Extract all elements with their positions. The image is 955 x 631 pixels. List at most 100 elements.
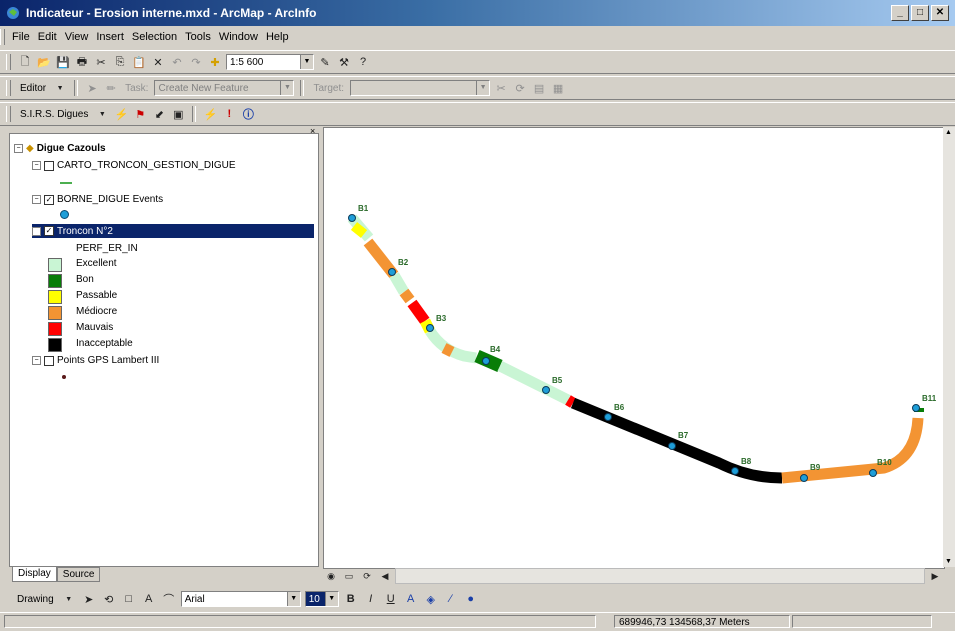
borne-marker[interactable]	[482, 357, 490, 365]
class-swatch-passable[interactable]	[48, 290, 62, 304]
new-curved-text-icon[interactable]: ⌒	[161, 591, 177, 607]
scroll-left-icon[interactable]: ◀	[377, 568, 393, 584]
toolbar-grip[interactable]	[6, 54, 11, 70]
layer-checkbox[interactable]: ✓	[44, 194, 54, 205]
chevron-down-icon[interactable]: ▼	[324, 592, 338, 606]
sirs-tool-5-icon[interactable]: ⚡	[202, 106, 218, 122]
collapse-icon[interactable]: −	[32, 226, 41, 236]
layer-checkbox[interactable]	[44, 355, 54, 366]
toc-layer-troncon[interactable]: − ✓ Troncon N°2	[32, 224, 314, 238]
segment-excellent[interactable]	[425, 327, 477, 364]
borne-marker[interactable]	[731, 467, 739, 475]
map-horizontal-scrollbar[interactable]	[395, 568, 925, 584]
toc-root[interactable]: − ◆ Digue Cazouls	[14, 143, 106, 154]
segment-mauvais[interactable]	[407, 299, 430, 325]
menu-help[interactable]: Help	[262, 31, 293, 43]
font-color-icon[interactable]: A	[403, 591, 419, 607]
underline-icon[interactable]: U	[383, 591, 399, 607]
chevron-down-icon[interactable]: ▼	[94, 106, 110, 122]
editor-menu-button[interactable]: Editor	[17, 83, 49, 94]
toolbar-grip[interactable]	[6, 80, 11, 96]
segment-inacceptable[interactable]	[570, 397, 783, 484]
map-view[interactable]: B1 B2 B3 B4 B5 B6 B7 B8 B9 B10 B11	[323, 127, 945, 569]
minimize-button[interactable]: _	[891, 5, 909, 21]
chevron-down-icon[interactable]: ▼	[280, 81, 294, 95]
collapse-icon[interactable]: −	[32, 195, 41, 204]
toc-layer-borne[interactable]: − ✓ BORNE_DIGUE Events	[32, 194, 163, 205]
tab-source[interactable]: Source	[56, 567, 101, 582]
segment-excellent[interactable]	[389, 272, 409, 295]
borne-marker[interactable]	[800, 474, 808, 482]
segment-mediocre[interactable]	[441, 343, 455, 357]
font-combo[interactable]: Arial ▼	[180, 591, 301, 607]
layout-view-icon[interactable]: ▭	[341, 568, 357, 584]
toc-layer-gps[interactable]: − Points GPS Lambert III	[32, 355, 159, 366]
menu-grip[interactable]	[0, 29, 5, 45]
rotate-tool-icon[interactable]: ⟳	[512, 80, 528, 96]
drawing-menu[interactable]: Drawing	[14, 594, 57, 605]
segment-mediocre[interactable]	[781, 417, 924, 484]
text-icon[interactable]: A	[141, 591, 157, 607]
bold-icon[interactable]: B	[343, 591, 359, 607]
collapse-icon[interactable]: −	[32, 356, 41, 365]
line-color-icon[interactable]: ∕	[443, 591, 459, 607]
sirs-tool-2-icon[interactable]: ⚑	[132, 106, 148, 122]
new-document-icon[interactable]: 🗋	[17, 54, 33, 70]
borne-marker[interactable]	[668, 442, 676, 450]
arctoolbox-icon[interactable]: ⚒	[336, 54, 352, 70]
collapse-icon[interactable]: −	[32, 161, 41, 170]
sirs-tool-1-icon[interactable]: ⚡	[113, 106, 129, 122]
info-icon[interactable]: ⓘ	[240, 106, 256, 122]
toolbar-grip[interactable]	[6, 106, 11, 122]
edit-tool-icon[interactable]: ➤	[84, 80, 100, 96]
print-icon[interactable]: 🖶	[74, 54, 90, 70]
attributes-icon[interactable]: ▤	[531, 80, 547, 96]
layer-checkbox[interactable]: ✓	[44, 226, 54, 236]
map-canvas[interactable]: B1 B2 B3 B4 B5 B6 B7 B8 B9 B10 B11	[324, 128, 944, 568]
target-combo[interactable]: ▼	[350, 80, 491, 96]
rotate-icon[interactable]: ⟲	[101, 591, 117, 607]
sirs-tool-4-icon[interactable]: ▣	[170, 106, 186, 122]
menu-tools[interactable]: Tools	[181, 31, 215, 43]
maximize-button[interactable]: □	[911, 5, 929, 21]
class-swatch-inacceptable[interactable]	[48, 338, 62, 352]
map-vertical-scrollbar[interactable]: ▲ ▼	[943, 127, 955, 567]
save-icon[interactable]: 💾	[55, 54, 71, 70]
menu-edit[interactable]: Edit	[34, 31, 61, 43]
borne-marker[interactable]	[604, 413, 612, 421]
sketch-properties-icon[interactable]: ▦	[550, 80, 566, 96]
menu-file[interactable]: File	[8, 31, 34, 43]
alert-icon[interactable]: !	[221, 106, 237, 122]
borne-marker[interactable]	[348, 214, 356, 222]
chevron-down-icon[interactable]: ▼	[61, 591, 77, 607]
menu-window[interactable]: Window	[215, 31, 262, 43]
close-button[interactable]: ✕	[931, 5, 949, 21]
task-combo[interactable]: Create New Feature ▼	[154, 80, 295, 96]
select-elements-icon[interactable]: ➤	[81, 591, 97, 607]
menu-insert[interactable]: Insert	[92, 31, 128, 43]
segment-mediocre[interactable]	[399, 288, 415, 304]
menu-view[interactable]: View	[61, 31, 93, 43]
class-swatch-bon[interactable]	[48, 274, 62, 288]
data-view-icon[interactable]: ◉	[323, 568, 339, 584]
rectangle-icon[interactable]: □	[121, 591, 137, 607]
open-folder-icon[interactable]: 📂	[36, 54, 52, 70]
italic-icon[interactable]: I	[363, 591, 379, 607]
segment-passable[interactable]	[350, 222, 368, 238]
split-tool-icon[interactable]: ✂	[493, 80, 509, 96]
cut-icon[interactable]: ✂	[93, 54, 109, 70]
collapse-icon[interactable]: −	[14, 144, 23, 153]
borne-marker[interactable]	[426, 324, 434, 332]
sirs-tool-3-icon[interactable]: ⬋	[151, 106, 167, 122]
delete-icon[interactable]: ✕	[150, 54, 166, 70]
font-size-combo[interactable]: 10 ▼	[304, 591, 339, 607]
undo-icon[interactable]: ↶	[169, 54, 185, 70]
redo-icon[interactable]: ↷	[188, 54, 204, 70]
borne-marker[interactable]	[912, 404, 920, 412]
marker-color-icon[interactable]: ●	[463, 591, 479, 607]
sketch-tool-icon[interactable]: ✏	[103, 80, 119, 96]
borne-marker[interactable]	[869, 469, 877, 477]
borne-marker[interactable]	[388, 268, 396, 276]
refresh-icon[interactable]: ⟳	[359, 568, 375, 584]
scroll-up-icon[interactable]: ▲	[945, 129, 952, 136]
